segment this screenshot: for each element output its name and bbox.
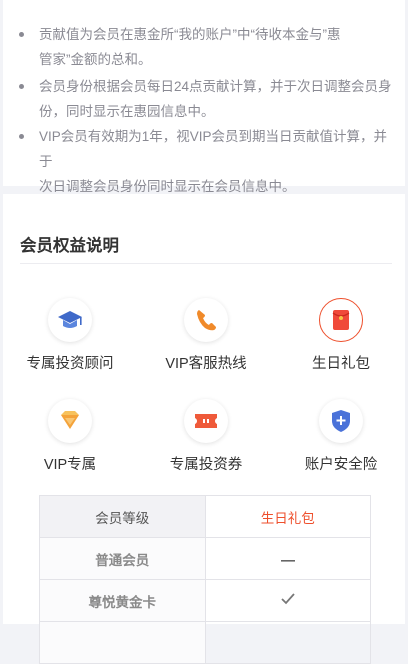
note-line: VIP会员有效期为1年，视VIP会员到期当日贡献值计算，并于	[39, 129, 388, 169]
benefit-label: 专属投资券	[169, 457, 243, 473]
levels-table: 会员等级 生日礼包 普通会员 尊悦黄金卡	[39, 495, 371, 664]
section-title: 会员权益说明	[20, 237, 119, 255]
note-line: 会员身份根据会员每日24点贡献计算，并于次日调整会员身	[39, 79, 392, 94]
note-line: 管家”金额的总和。	[39, 52, 152, 67]
benefits-card: 会员权益说明 专属投资顾问 VIP客服热线 生日礼包 VIP专属 专属投资券 账…	[3, 194, 405, 664]
dash-icon	[204, 537, 371, 580]
red-envelope-icon	[319, 298, 363, 342]
benefit-label: VIP客服热线	[165, 356, 247, 372]
column-header-level: 会员等级	[39, 495, 206, 538]
table-row: 普通会员	[39, 537, 371, 580]
benefit-label: 专属投资顾问	[26, 356, 114, 372]
level-cell: 尊悦黄金卡	[39, 579, 206, 622]
bullet-dot-icon	[19, 84, 24, 89]
diamond-icon	[48, 399, 92, 443]
divider	[20, 263, 392, 264]
note-line: 贡献值为会员在惠金所“我的账户”中“待收本金与”惠	[39, 27, 341, 42]
table-header-row: 会员等级 生日礼包	[39, 495, 371, 538]
table-row: 尊悦黄金卡	[39, 579, 371, 622]
benefit-label: 账户安全险	[304, 457, 378, 473]
column-header-benefit: 生日礼包	[204, 495, 371, 538]
check-icon	[204, 579, 371, 622]
bullet-dot-icon	[19, 134, 24, 139]
notes-card: 贡献值为会员在惠金所“我的账户”中“待收本金与”惠 管家”金额的总和。 会员身份…	[3, 0, 405, 194]
bullet-dot-icon	[19, 32, 24, 37]
benefit-label: 生日礼包	[312, 356, 370, 372]
note-item: VIP会员有效期为1年，视VIP会员到期当日贡献值计算，并于 次日调整会员身份同…	[19, 124, 393, 199]
graduation-cap-icon	[48, 298, 92, 342]
phone-icon	[184, 298, 228, 342]
note-line: 份，同时显示在惠园信息中。	[39, 104, 215, 119]
shield-plus-icon	[319, 399, 363, 443]
benefit-label: VIP专属	[43, 457, 97, 473]
level-cell: 普通会员	[39, 537, 206, 580]
ticket-icon	[184, 399, 228, 443]
table-row	[39, 621, 371, 664]
note-item: 贡献值为会员在惠金所“我的账户”中“待收本金与”惠 管家”金额的总和。	[19, 22, 393, 72]
note-item: 会员身份根据会员每日24点贡献计算，并于次日调整会员身 份，同时显示在惠园信息中…	[19, 74, 393, 124]
